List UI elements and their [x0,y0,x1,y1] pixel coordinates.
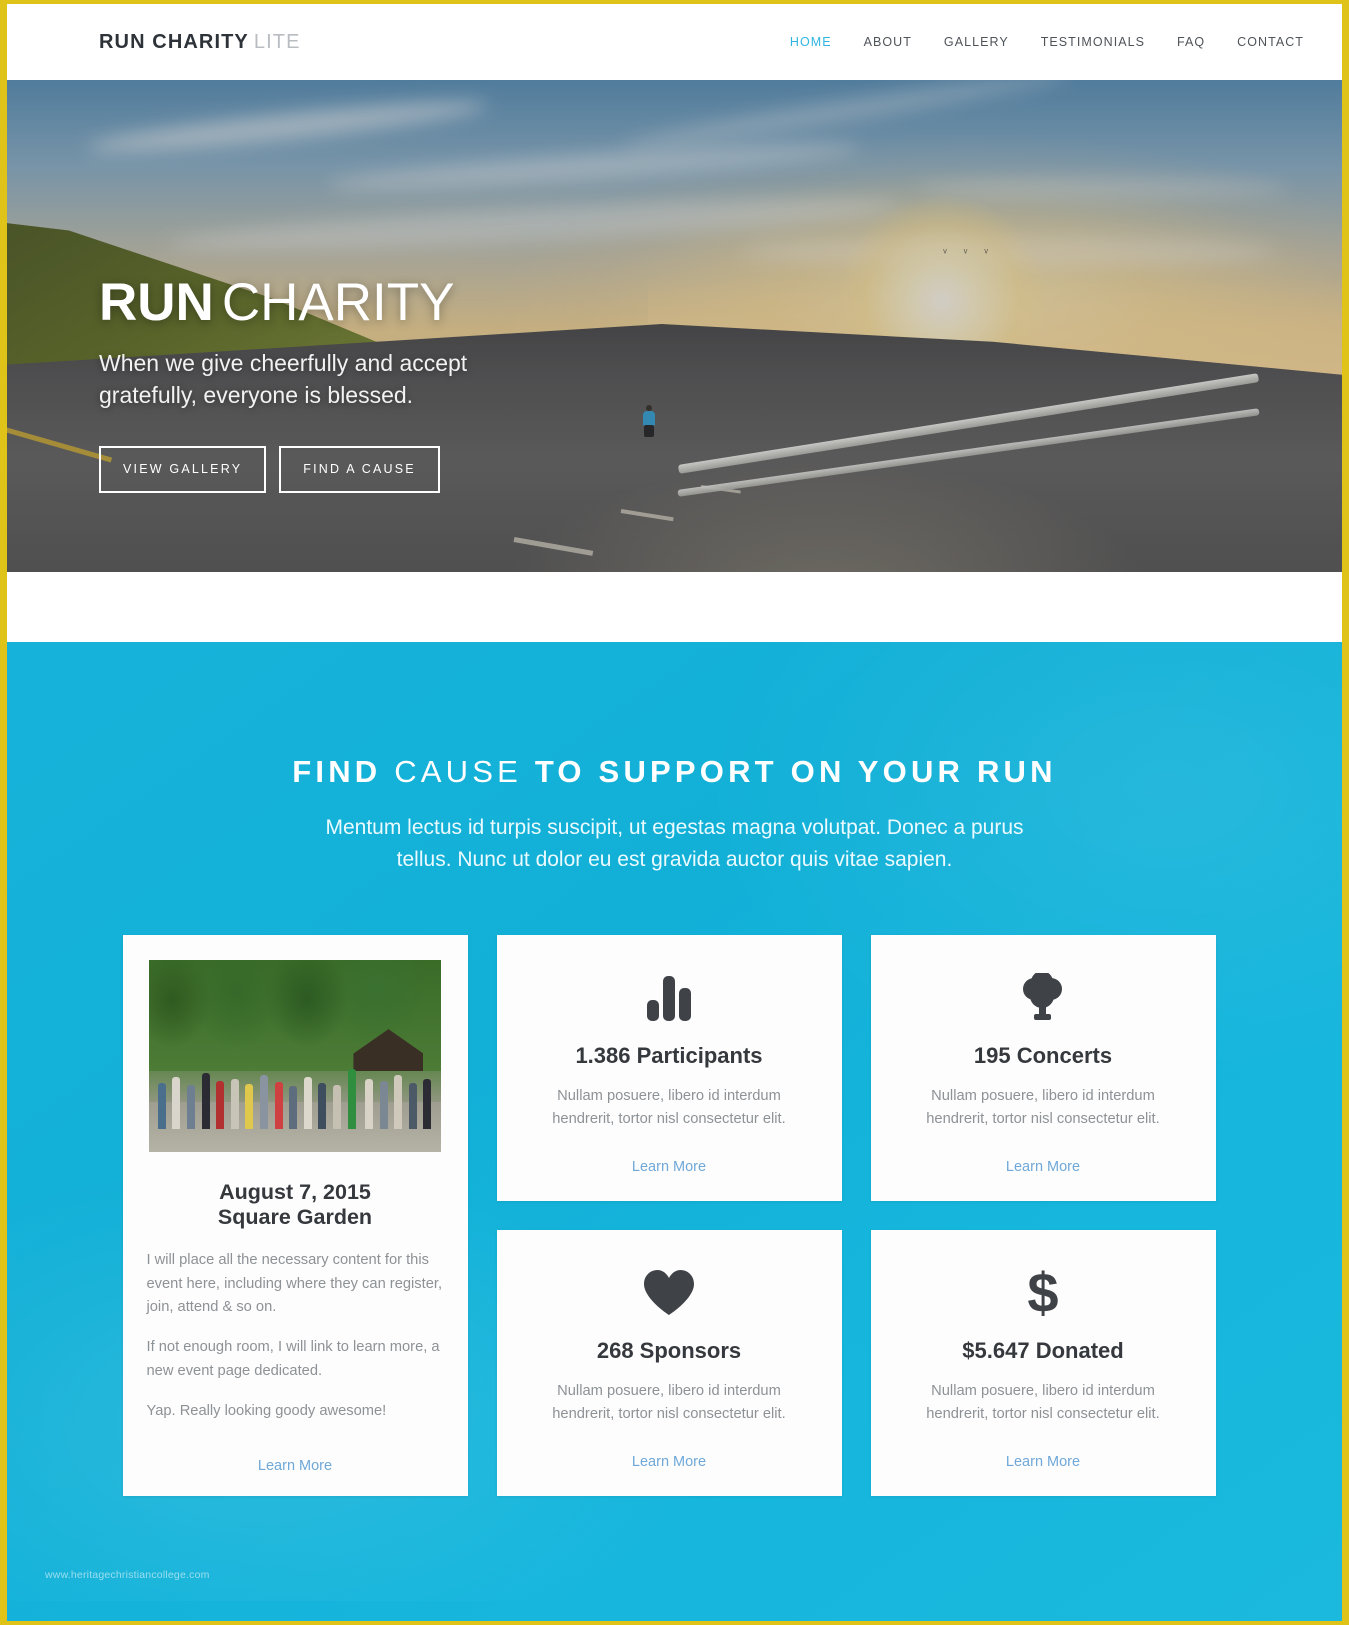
section-title-part-2: CAUSE [394,754,523,789]
hero-subtitle: When we give cheerfully and accept grate… [99,350,468,408]
section-title-part-1: FIND [292,754,382,789]
svg-text:$: $ [1027,1265,1058,1321]
heart-icon [642,1264,696,1322]
find-cause-section: FIND CAUSE TO SUPPORT ON YOUR RUN Mentum… [7,642,1342,1621]
hero-title-strong: RUN [99,273,214,332]
stat-description: Nullam posuere, libero id interdum hendr… [552,1088,786,1127]
event-paragraph-3: Yap. Really looking goody awesome! [146,1402,387,1419]
white-spacer [7,572,1342,642]
nav-item-contact[interactable]: CONTACT [1237,35,1304,49]
hero-content: RUN CHARITY When we give cheerfully and a… [99,273,499,493]
main-navigation: HOME ABOUT GALLERY TESTIMONIALS FAQ CONT… [790,35,1304,49]
event-date: August 7, 2015 [219,1180,371,1204]
event-venue: Square Garden [217,1205,373,1230]
page-root: RUN CHARITY LITE HOME ABOUT GALLERY TESTI… [0,0,1349,1625]
nav-item-testimonials[interactable]: TESTIMONIALS [1041,35,1145,49]
stat-card-participants[interactable]: 1.386 Participants Nullam posuere, liber… [496,935,842,1201]
stat-description: Nullam posuere, libero id interdum hendr… [926,1088,1160,1127]
hero-title: RUN CHARITY [99,273,499,332]
stat-card-concerts[interactable]: 195 Concerts Nullam posuere, libero id i… [870,935,1216,1201]
event-paragraph-2: If not enough room, I will link to learn… [146,1339,440,1379]
site-header: RUN CHARITY LITE HOME ABOUT GALLERY TESTI… [7,4,1342,80]
crowd-figures [149,1029,441,1129]
stat-card-donated[interactable]: $ $5.647 Donated Nullam posuere, libero … [870,1230,1216,1496]
logo-secondary-text: LITE [253,30,301,53]
section-title: FIND CAUSE TO SUPPORT ON YOUR RUN [7,754,1342,790]
stat-title: $5.647 Donated [962,1338,1124,1363]
nav-item-home[interactable]: HOME [790,35,832,49]
stat-title: 268 Sponsors [596,1338,742,1363]
stat-learn-more-link[interactable]: Learn More [632,1444,706,1470]
event-card[interactable]: August 7, 2015 Square Garden I will plac… [122,935,468,1496]
stat-description: Nullam posuere, libero id interdum hendr… [926,1383,1160,1422]
nav-item-gallery[interactable]: GALLERY [944,35,1009,49]
logo-primary-text: RUN CHARITY [99,30,249,53]
view-gallery-button[interactable]: VIEW GALLERY [99,445,267,493]
hero-title-light: CHARITY [221,273,455,332]
event-card-title: August 7, 2015 Square Garden [218,1180,372,1231]
hero-section: ᵛ ᵛ ᵛ RUN CHARITY When we give cheerfull… [7,80,1342,572]
stat-card-sponsors[interactable]: 268 Sponsors Nullam posuere, libero id i… [496,1230,842,1496]
watermark-text: www.heritagechristiancollege.com [45,1569,210,1581]
event-card-body: I will place all the necessary content f… [147,1249,444,1440]
cards-grid: August 7, 2015 Square Garden I will plac… [122,935,1227,1496]
nav-item-faq[interactable]: FAQ [1177,35,1205,49]
site-logo[interactable]: RUN CHARITY LITE [99,31,301,54]
stat-title: 1.386 Participants [575,1043,763,1068]
event-paragraph-1: I will place all the necessary content f… [146,1251,443,1316]
stat-learn-more-link[interactable]: Learn More [632,1149,706,1175]
stat-description: Nullam posuere, libero id interdum hendr… [552,1383,786,1422]
event-photo [149,960,441,1152]
section-subtitle: Mentum lectus id turpis suscipit, ut ege… [325,816,1024,871]
stat-learn-more-link[interactable]: Learn More [1006,1149,1080,1175]
bar-chart-icon [644,969,694,1027]
find-a-cause-button[interactable]: FIND A CAUSE [279,445,440,493]
stat-title: 195 Concerts [973,1043,1113,1068]
section-header: FIND CAUSE TO SUPPORT ON YOUR RUN Mentum… [7,642,1342,875]
hero-button-group: VIEW GALLERY FIND A CAUSE [99,445,499,493]
tree-icon [1017,969,1069,1027]
stat-learn-more-link[interactable]: Learn More [1006,1444,1080,1470]
dollar-icon: $ [1021,1264,1065,1322]
section-title-part-3: TO SUPPORT ON YOUR RUN [534,754,1057,789]
event-learn-more-link[interactable]: Learn More [258,1448,332,1474]
nav-item-about[interactable]: ABOUT [864,35,912,49]
